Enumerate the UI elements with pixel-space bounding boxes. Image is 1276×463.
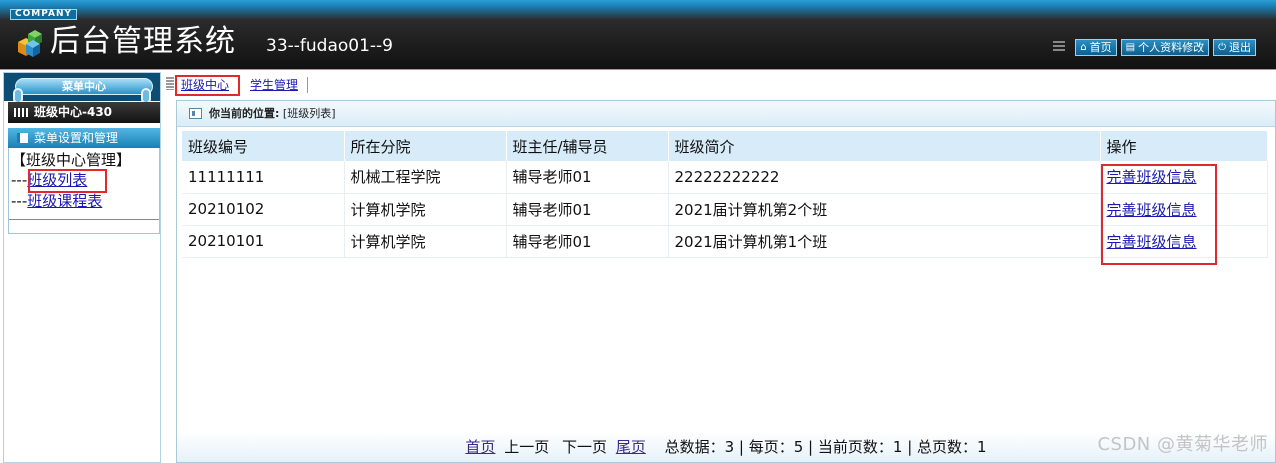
cell-description: 2021届计算机第1个班 [668, 225, 1101, 258]
menu-center-title: 菜单中心 [15, 78, 153, 95]
last-page-link[interactable]: 尾页 [616, 438, 646, 456]
cell-counselor: 辅导老师01 [506, 193, 669, 226]
content-panel: 你当前的位置: [班级列表] 班级编号 所在分院 班主任/辅导员 班级简介 操作… [176, 100, 1276, 463]
tree-item-class-schedule: ---班级课程表 [11, 191, 102, 211]
grip-icon [166, 77, 174, 90]
company-badge: COMPANY [10, 9, 77, 20]
cell-counselor: 辅导老师01 [506, 161, 669, 194]
power-icon: ⏻ [1218, 41, 1226, 53]
col-description: 班级简介 [668, 131, 1101, 161]
tab-bar: 班级中心 学生管理 [166, 72, 1276, 96]
breadcrumb: 你当前的位置: [班级列表] [177, 101, 1275, 127]
header-links: ⌂ 首页 ▤ 个人资料修改 ⏻ 退出 [1053, 38, 1256, 56]
class-center-label: 班级中心-430 [34, 105, 113, 119]
table-header-row: 班级编号 所在分院 班主任/辅导员 班级简介 操作 [182, 131, 1268, 161]
tree-prefix: --- [11, 192, 28, 210]
highlight-box [175, 75, 240, 96]
grid-icon [14, 108, 29, 117]
cell-description: 2021届计算机第2个班 [668, 193, 1101, 226]
class-center-bar[interactable]: 班级中心-430 [8, 102, 160, 123]
page-summary: 总数据：3 | 每页：5 | 当前页数：1 | 总页数：1 [664, 438, 987, 456]
cell-college: 计算机学院 [344, 225, 507, 258]
next-page-text: 下一页 [562, 438, 608, 456]
watermark: CSDN @黄菊华老师 [1097, 434, 1268, 455]
cell-class-id: 11111111 [182, 161, 345, 194]
col-class-id: 班级编号 [182, 131, 345, 161]
main-area: 班级中心 学生管理 你当前的位置: [班级列表] 班级编号 所在分院 班主任/辅… [166, 72, 1276, 463]
highlight-box [1101, 164, 1217, 265]
app-header: COMPANY 后台管理系统 33--fudao01--9 ⌂ 首页 ▤ 个人资… [0, 0, 1276, 70]
highlight-box [28, 169, 107, 193]
col-counselor: 班主任/辅导员 [506, 131, 669, 161]
cell-college: 机械工程学院 [344, 161, 507, 194]
window-icon [189, 108, 202, 119]
menu-settings-label: 菜单设置和管理 [34, 131, 119, 145]
tree-head: 【班级中心管理】 [11, 151, 132, 169]
class-schedule-link[interactable]: 班级课程表 [27, 192, 102, 210]
home-button[interactable]: ⌂ 首页 [1075, 38, 1117, 56]
profile-icon: ▤ [1125, 41, 1136, 53]
cell-counselor: 辅导老师01 [506, 225, 669, 258]
sidebar: 菜单中心 班级中心-430 菜单设置和管理 【班级中心管理】 ---班级列表 -… [3, 72, 161, 463]
logout-label: 退出 [1229, 40, 1251, 54]
logout-button[interactable]: ⏻ 退出 [1213, 38, 1256, 56]
first-page-link[interactable]: 首页 [465, 438, 495, 456]
divider [9, 219, 159, 220]
cell-description: 22222222222 [668, 161, 1101, 194]
menu-icon [17, 133, 28, 143]
cell-college: 计算机学院 [344, 193, 507, 226]
home-icon: ⌂ [1080, 41, 1087, 53]
profile-edit-label: 个人资料修改 [1138, 40, 1205, 54]
user-info: 33--fudao01--9 [266, 36, 393, 56]
col-action: 操作 [1100, 131, 1268, 161]
grip-icon [1053, 41, 1066, 53]
menu-settings-header[interactable]: 菜单设置和管理 [8, 128, 160, 148]
location-prefix: 你当前的位置: [209, 107, 280, 120]
tree-prefix: --- [11, 171, 28, 189]
profile-edit-button[interactable]: ▤ 个人资料修改 [1120, 38, 1210, 56]
cubes-logo-icon [18, 30, 42, 57]
cell-class-id: 20210102 [182, 193, 345, 226]
col-college: 所在分院 [344, 131, 507, 161]
tab-student-management[interactable]: 学生管理 [250, 77, 298, 93]
system-title: 后台管理系统 [50, 24, 236, 59]
cell-class-id: 20210101 [182, 225, 345, 258]
divider [307, 77, 308, 93]
home-label: 首页 [1089, 40, 1112, 54]
prev-page-text: 上一页 [504, 438, 550, 456]
menu-tree: 【班级中心管理】 ---班级列表 ---班级课程表 [8, 148, 160, 234]
location-path: [班级列表] [282, 107, 336, 120]
